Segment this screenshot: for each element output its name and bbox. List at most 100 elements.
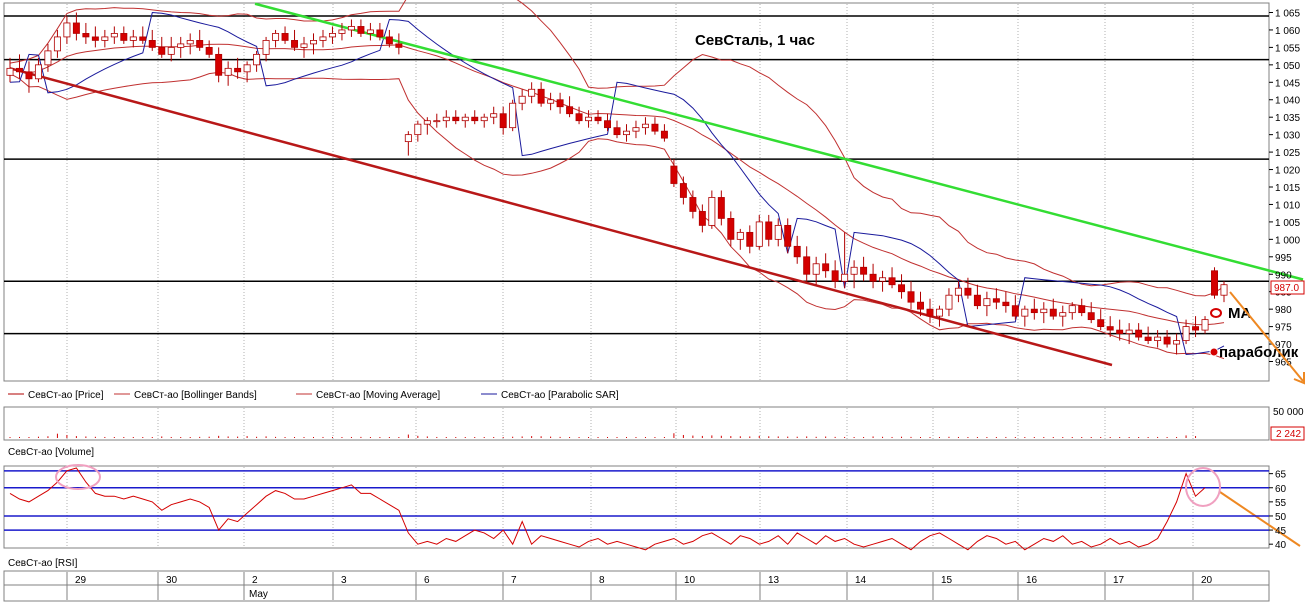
candle-body [1030,308,1038,314]
candle-body [499,113,507,129]
candle-body [964,287,972,296]
candle-body [784,224,792,247]
day-label: 2 [252,575,258,586]
parabolic-marker-icon [1209,347,1219,357]
candle-body [158,46,166,55]
volume-value-label: 2 242 [1276,429,1301,440]
candle-body [1106,326,1114,331]
price-tag: 987.0 [1270,280,1305,295]
candle-body [177,43,185,48]
candle-body [566,106,574,115]
candle-body [385,36,393,45]
candle-body [281,33,289,41]
candle-body [129,36,137,41]
candle-body [1163,336,1171,345]
candle-body [1087,312,1095,321]
candle-body [1201,319,1209,331]
candle-body [347,26,355,31]
month-label: May [249,589,268,600]
y-tick-label: 1 060 [1275,26,1300,37]
candle-body [831,270,839,282]
day-label: 10 [684,575,696,586]
candle-body [1135,329,1143,338]
chart-title: СевСталь, 1 час [695,32,815,49]
rsi-y-axis: 65 60 55 50 45 40 [1269,470,1287,551]
candle-body [812,263,820,275]
candle-body [461,116,469,122]
y-tick-label: 1 035 [1275,113,1300,124]
candle-body [1068,305,1076,314]
candle-body [1144,336,1152,341]
candle-body [63,22,71,38]
candle [1211,267,1218,299]
candle-body [556,99,564,108]
price-tag-label: 987.0 [1274,283,1299,294]
candle-body [869,273,877,282]
candle-body [1011,305,1019,317]
candle [509,99,517,132]
candle-body [1059,312,1067,317]
candle-body [765,221,773,240]
legend-label: СевСт-ао [Moving Average] [316,390,440,401]
y-tick-label: 1 045 [1275,78,1300,89]
candle-body [186,40,194,45]
candle-body [291,40,299,48]
candle-body [850,266,858,275]
candle-body [689,197,697,212]
rsi-panel-label: СевСт-ао [RSI] [8,558,78,569]
candle-body [973,294,981,307]
candle-body [1078,305,1086,314]
candle-body [888,277,896,286]
candle-body [651,123,659,132]
candle-body [300,43,308,48]
candle-body [879,277,887,282]
legend-label: СевСт-ао [Bollinger Bands] [134,390,257,401]
legend-label: СевСт-ао [Price] [28,390,104,401]
candle-body [44,50,52,66]
candle-body [841,273,849,282]
y-tick-label: 990 [1275,270,1292,281]
y-tick-label: 1 025 [1275,148,1300,159]
candle-body [1049,308,1057,317]
rsi-tick-label: 60 [1275,484,1287,495]
candle-body [585,116,593,122]
candle-body [509,102,517,129]
candle-body [16,67,23,73]
candle-body [72,22,80,34]
candle-body [641,123,649,129]
candle-body [708,197,716,226]
candle-body [196,40,204,48]
candle-body [660,130,668,139]
candle-body [717,197,725,219]
candle-body [1097,319,1105,328]
candle-body [1040,308,1048,314]
candle-body [926,308,934,317]
rsi-tick-label: 55 [1275,498,1287,509]
candle-body [1220,284,1228,296]
day-label: 20 [1201,575,1213,586]
candle-body [272,33,280,41]
volume-value-tag: 2 242 [1270,426,1305,441]
y-tick-label: 1 050 [1275,61,1300,72]
candle-body [1192,326,1200,331]
y-tick-label: 1 020 [1275,166,1300,177]
y-tick-label: 1 030 [1275,131,1300,142]
candle-body [613,127,621,136]
candle-body [215,53,223,76]
candle-body [310,40,317,45]
candle-body [547,99,555,104]
rsi-tick-label: 40 [1275,540,1287,551]
candle-body [452,116,460,122]
parabolic-label: параболик [1219,344,1299,361]
day-label: 30 [166,575,178,586]
rsi-panel-frame [3,465,1270,549]
y-tick-label: 1 065 [1275,8,1300,19]
y-tick-label: 1 040 [1275,96,1300,107]
y-tick-label: 975 [1275,323,1292,334]
candle-body [34,64,42,80]
candle-body [91,36,99,41]
rsi-tick-label: 50 [1275,512,1287,523]
candle-body [319,36,327,41]
candle-body [101,36,109,41]
candle-body [983,298,991,307]
